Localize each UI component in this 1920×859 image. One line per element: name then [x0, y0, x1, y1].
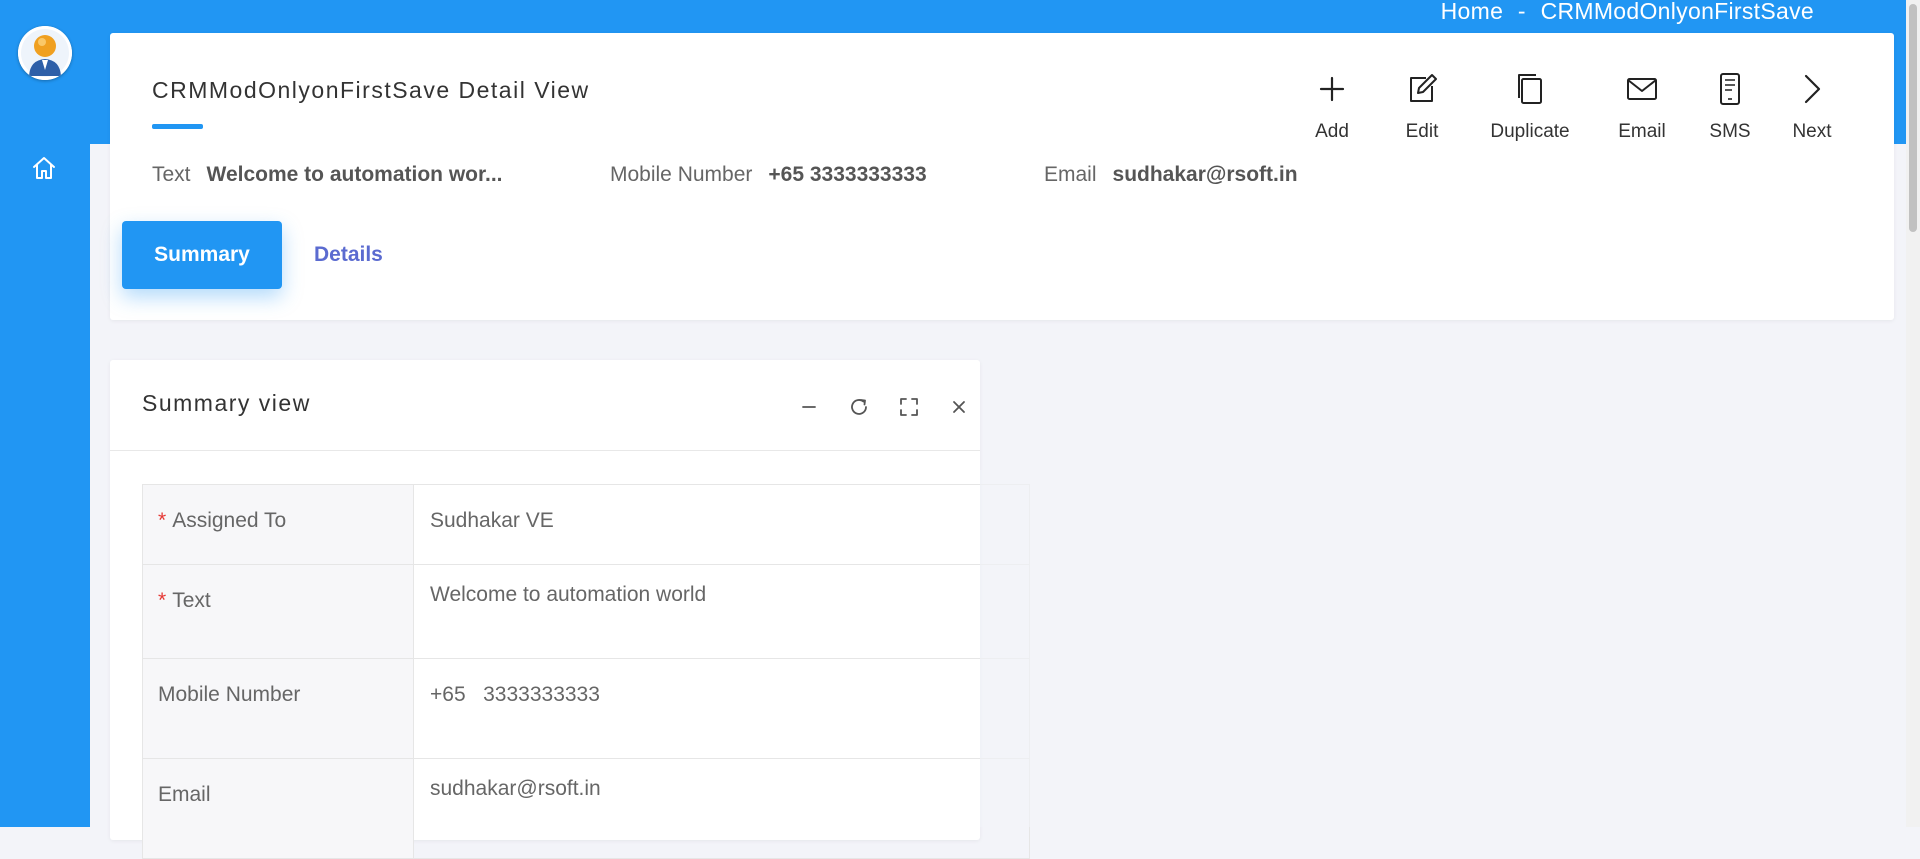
fullscreen-icon[interactable] [896, 394, 922, 420]
meta-email: Email sudhakar@rsoft.in [1044, 163, 1298, 187]
sidebar [0, 0, 90, 827]
field-label-text: Email [158, 783, 211, 806]
scrollbar-thumb[interactable] [1909, 4, 1917, 232]
field-label-text-field: * Text [142, 564, 414, 659]
close-icon[interactable] [946, 394, 972, 420]
home-icon[interactable] [30, 154, 58, 182]
meta-email-label: Email [1044, 163, 1097, 186]
duplicate-button-label: Duplicate [1490, 121, 1570, 142]
field-label-text: Mobile Number [158, 683, 301, 706]
breadcrumb-home-link[interactable]: Home [1441, 0, 1504, 25]
meta-text: Text Welcome to automation wor... [152, 163, 503, 187]
field-value-email[interactable]: sudhakar@rsoft.in [413, 758, 1030, 859]
edit-icon [1410, 74, 1437, 102]
email-button-label: Email [1618, 121, 1666, 142]
field-label-mobile-number: Mobile Number [142, 658, 414, 759]
user-avatar-image [18, 26, 72, 80]
user-avatar[interactable] [18, 26, 72, 80]
tab-summary[interactable]: Summary [122, 221, 282, 289]
plus-icon [1319, 76, 1345, 102]
detail-header-card: CRMModOnlyonFirstSave Detail View Add Ed… [110, 33, 1894, 320]
next-button-label: Next [1792, 121, 1832, 142]
required-marker: * [158, 589, 167, 612]
refresh-icon[interactable] [846, 394, 872, 420]
field-value-text[interactable]: Welcome to automation world [413, 564, 1030, 659]
meta-mobile-label: Mobile Number [610, 163, 753, 186]
summary-view-card: Summary view * Assigned To Sudhakar VE * T… [110, 360, 1030, 859]
chevron-right-icon [1804, 74, 1821, 104]
page-scrollbar[interactable] [1906, 0, 1920, 827]
field-label-text: Text [172, 589, 211, 612]
field-row-text: * Text Welcome to automation world [142, 564, 1030, 659]
table-overflow-shade [980, 470, 1030, 827]
duplicate-button[interactable]: Duplicate [1470, 71, 1590, 143]
sms-icon [1720, 73, 1740, 105]
next-button[interactable]: Next [1776, 71, 1848, 143]
field-row-assigned-to: * Assigned To Sudhakar VE [142, 484, 1030, 565]
email-icon [1627, 78, 1657, 100]
add-button[interactable]: Add [1290, 71, 1374, 143]
sms-button[interactable]: SMS [1694, 71, 1766, 143]
field-label-text: Assigned To [172, 509, 287, 532]
required-marker: * [158, 509, 167, 532]
card-divider [110, 450, 980, 451]
sms-button-label: SMS [1709, 121, 1751, 142]
meta-email-value: sudhakar@rsoft.in [1112, 163, 1298, 186]
breadcrumb-current: CRMModOnlyonFirstSave [1540, 0, 1814, 24]
meta-mobile-value: +65 3333333333 [768, 163, 927, 186]
field-value-mobile-number[interactable]: +65 3333333333 [413, 658, 1030, 759]
add-button-label: Add [1315, 121, 1349, 142]
title-underline [152, 124, 203, 129]
minimize-icon[interactable] [796, 394, 822, 420]
meta-mobile-number: Mobile Number +65 3333333333 [610, 163, 927, 187]
field-row-mobile-number: Mobile Number +65 3333333333 [142, 658, 1030, 759]
tab-details[interactable]: Details [314, 221, 383, 289]
summary-fields-table: * Assigned To Sudhakar VE * Text Welcome t… [142, 484, 1030, 859]
field-label-email: Email [142, 758, 414, 859]
field-value-assigned-to[interactable]: Sudhakar VE [413, 484, 1030, 565]
breadcrumb: Home - CRMModOnlyonFirstSave [1441, 0, 1814, 25]
edit-button-label: Edit [1405, 121, 1439, 142]
duplicate-icon [1518, 74, 1542, 104]
field-label-assigned-to: * Assigned To [142, 484, 414, 565]
email-button[interactable]: Email [1600, 71, 1684, 143]
meta-text-label: Text [152, 163, 191, 186]
meta-text-value: Welcome to automation wor... [206, 163, 503, 186]
breadcrumb-separator: - [1517, 0, 1526, 24]
edit-button[interactable]: Edit [1384, 71, 1460, 143]
field-row-email: Email sudhakar@rsoft.in [142, 758, 1030, 859]
summary-view-title: Summary view [142, 390, 311, 416]
page-title: CRMModOnlyonFirstSave Detail View [152, 77, 590, 103]
